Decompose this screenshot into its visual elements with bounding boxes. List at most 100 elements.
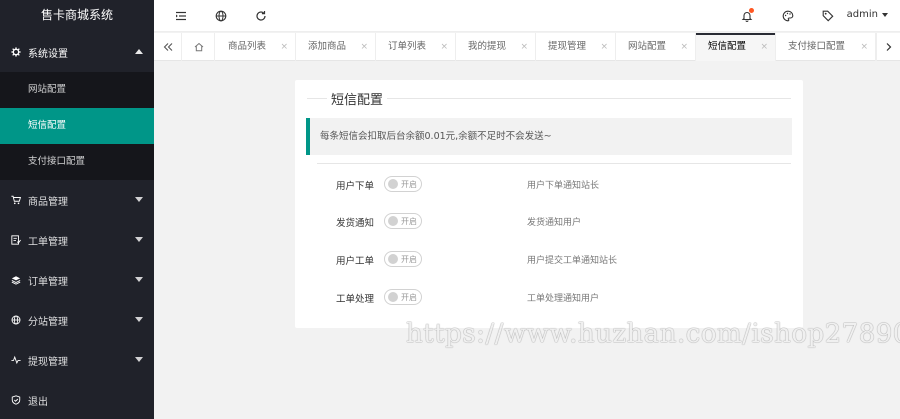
section-divider — [317, 163, 791, 164]
watermark: https://www.huzhan.com/ishop27890 — [406, 319, 900, 349]
globe-icon[interactable] — [214, 9, 228, 23]
setting-description: 用户提交工单通知站长 — [527, 256, 618, 266]
close-icon[interactable]: × — [520, 33, 528, 61]
tabs-scroll-left-button[interactable] — [154, 33, 182, 61]
layers-icon — [10, 274, 22, 286]
app-title: 售卡商城系统 — [0, 0, 154, 32]
toggle-text: 开启 — [401, 293, 417, 302]
chevron-down-icon — [135, 317, 143, 322]
close-icon[interactable]: × — [600, 33, 608, 61]
tab-payment-config[interactable]: 支付接口配置 × — [776, 33, 876, 61]
setting-row-user-order: 用户下单 开启 用户下单通知站长 — [295, 175, 803, 195]
theme-icon[interactable] — [781, 9, 795, 23]
menu-collapse-icon[interactable] — [174, 9, 188, 23]
sidebar-item-label: 分站管理 — [28, 316, 68, 328]
setting-row-user-ticket: 用户工单 开启 用户提交工单通知站长 — [295, 250, 803, 270]
sidebar-item-system-settings[interactable]: 系统设置 — [0, 32, 154, 72]
toggle-knob — [388, 216, 398, 226]
sidebar-item-label: 工单管理 — [28, 236, 68, 248]
toggle-knob — [388, 179, 398, 189]
pulse-icon — [10, 354, 22, 366]
title-divider — [387, 97, 791, 99]
setting-label: 工单处理 — [335, 294, 374, 305]
close-icon[interactable]: × — [680, 33, 688, 61]
tab-bar: 商品列表 × 添加商品 × 订单列表 × 我的提现 × 提现管理 × 网站配置 … — [154, 33, 900, 61]
sidebar-item-label: 商品管理 — [28, 196, 68, 208]
bell-icon[interactable] — [740, 8, 754, 23]
toggle-switch[interactable]: 开启 — [384, 289, 422, 305]
close-icon[interactable]: × — [760, 33, 768, 61]
tab-sms-config[interactable]: 短信配置 × — [696, 33, 776, 61]
tab-product-list[interactable]: 商品列表 × — [216, 33, 296, 61]
tab-label: 订单列表 — [388, 41, 427, 52]
tab-label: 添加商品 — [308, 41, 347, 52]
sidebar-subitem-site-config[interactable]: 网站配置 — [0, 72, 154, 108]
toggle-switch[interactable]: 开启 — [384, 251, 422, 267]
sidebar-subnav: 网站配置 短信配置 支付接口配置 — [0, 72, 154, 180]
setting-description: 用户下单通知站长 — [527, 181, 600, 191]
close-icon[interactable]: × — [280, 33, 288, 61]
setting-label: 用户工单 — [335, 256, 374, 267]
shield-icon — [10, 394, 22, 406]
page-title: 短信配置 — [331, 92, 384, 108]
toggle-text: 开启 — [401, 217, 417, 226]
tab-label: 支付接口配置 — [788, 41, 846, 52]
sms-config-card: 短信配置 每条短信会扣取后台余额0.01元,余额不足时不会发送~ 用户下单 开启… — [295, 80, 803, 328]
tab-label: 短信配置 — [708, 41, 747, 52]
chevron-down-icon — [882, 12, 888, 17]
card-title: 短信配置 — [307, 87, 791, 109]
close-icon[interactable]: × — [360, 33, 368, 61]
setting-description: 发货通知用户 — [527, 218, 582, 228]
tab-label: 我的提现 — [468, 41, 507, 52]
top-header: admin — [154, 0, 900, 32]
setting-row-shipping-notice: 发货通知 开启 发货通知用户 — [295, 212, 803, 232]
sidebar-item-logout[interactable]: 退出 — [0, 380, 154, 419]
chevron-down-icon — [135, 197, 143, 202]
tab-label: 商品列表 — [228, 41, 267, 52]
tab-withdrawal-management[interactable]: 提现管理 × — [536, 33, 616, 61]
tabs-scroll-right-button[interactable] — [876, 33, 900, 61]
cart-icon — [10, 194, 22, 206]
setting-description: 工单处理通知用户 — [527, 294, 600, 304]
home-tab-icon[interactable] — [183, 33, 215, 61]
tab-site-config[interactable]: 网站配置 × — [616, 33, 696, 61]
tab-label: 提现管理 — [548, 41, 587, 52]
chevron-down-icon — [135, 357, 143, 362]
sidebar-subitem-sms-config[interactable]: 短信配置 — [0, 108, 154, 144]
gear-icon — [10, 46, 22, 58]
sidebar-item-orders[interactable]: 订单管理 — [0, 260, 154, 300]
close-icon[interactable]: × — [860, 33, 868, 61]
globe-icon — [10, 314, 22, 326]
tab-my-withdrawals[interactable]: 我的提现 × — [456, 33, 536, 61]
username: admin — [846, 9, 878, 20]
ticket-icon — [10, 234, 22, 246]
sidebar-item-withdrawals[interactable]: 提现管理 — [0, 340, 154, 380]
notification-dot — [749, 8, 754, 13]
sidebar-item-label: 退出 — [28, 396, 48, 408]
toggle-switch[interactable]: 开启 — [384, 213, 422, 229]
refresh-icon[interactable] — [254, 9, 268, 23]
sidebar-item-substations[interactable]: 分站管理 — [0, 300, 154, 340]
toggle-text: 开启 — [401, 180, 417, 189]
setting-row-ticket-handling: 工单处理 开启 工单处理通知用户 — [295, 288, 803, 308]
tag-icon[interactable] — [821, 9, 835, 23]
sidebar-item-products[interactable]: 商品管理 — [0, 180, 154, 220]
sidebar-item-tickets[interactable]: 工单管理 — [0, 220, 154, 260]
sidebar-item-label: 系统设置 — [28, 48, 68, 60]
chevron-down-icon — [135, 237, 143, 242]
user-menu[interactable]: admin — [847, 9, 888, 20]
chevron-up-icon — [135, 49, 143, 54]
tab-order-list[interactable]: 订单列表 × — [376, 33, 456, 61]
toggle-text: 开启 — [401, 255, 417, 264]
toggle-knob — [388, 292, 398, 302]
close-icon[interactable]: × — [440, 33, 448, 61]
sidebar-item-label: 提现管理 — [28, 356, 68, 368]
notice-banner: 每条短信会扣取后台余额0.01元,余额不足时不会发送~ — [306, 118, 792, 155]
title-divider — [307, 97, 327, 99]
sidebar-subitem-payment-config[interactable]: 支付接口配置 — [0, 144, 154, 180]
tab-add-product[interactable]: 添加商品 × — [296, 33, 376, 61]
setting-label: 用户下单 — [335, 181, 374, 192]
toggle-switch[interactable]: 开启 — [384, 176, 422, 192]
sidebar-item-label: 订单管理 — [28, 276, 68, 288]
chevron-down-icon — [135, 277, 143, 282]
